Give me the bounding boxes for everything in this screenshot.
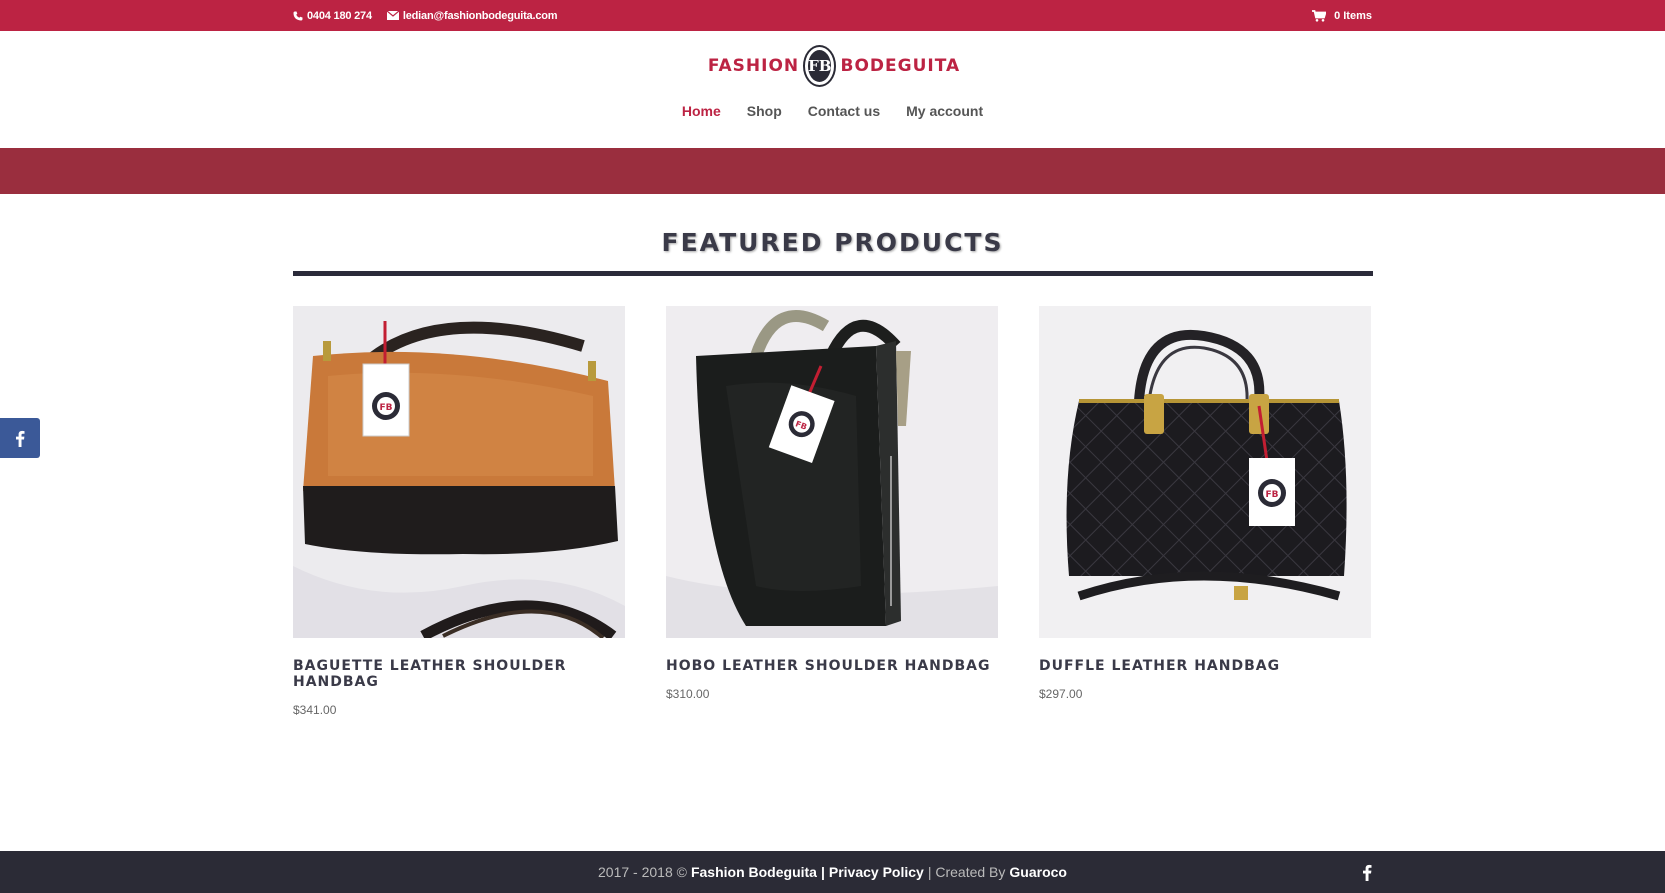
phone-number: 0404 180 274 [307, 9, 372, 22]
cart-count: 0 Items [1334, 9, 1372, 22]
cart-icon [1312, 9, 1327, 22]
product-price: $310.00 [666, 687, 710, 701]
email-contact[interactable]: ledian@fashionbodeguita.com [386, 9, 558, 22]
top-bar: 0404 180 274 ledian@fashionbodeguita.com… [0, 0, 1665, 31]
privacy-policy-link[interactable]: Privacy Policy [829, 864, 924, 880]
quilted-black-handbag-image[interactable]: FB [1039, 306, 1371, 638]
nav-shop[interactable]: Shop [747, 103, 782, 119]
nav-contact[interactable]: Contact us [808, 103, 880, 119]
site-footer: 2017 - 2018 © Fashion Bodeguita | Privac… [0, 851, 1665, 893]
product-name[interactable]: Baguette Leather Shoulder Handbag [293, 658, 625, 690]
nav-my-account[interactable]: My account [906, 103, 983, 119]
footer-years: 2017 - 2018 © [598, 864, 687, 880]
phone-icon [293, 11, 303, 20]
logo-badge: FB [805, 47, 835, 85]
svg-text:FB: FB [379, 403, 392, 413]
creator-link[interactable]: Guaroco [1009, 864, 1067, 880]
footer-brand-link[interactable]: Fashion Bodeguita [691, 864, 817, 880]
tan-black-handbag-image[interactable]: FB [293, 306, 625, 638]
footer-created-by: | Created By [927, 864, 1006, 880]
phone-contact[interactable]: 0404 180 274 [293, 10, 372, 22]
main-nav: Home Shop Contact us My account [0, 103, 1665, 119]
title-divider [293, 271, 1373, 276]
product-name[interactable]: Hobo Leather Shoulder Handbag [666, 658, 998, 674]
footer-separator: | [820, 864, 825, 880]
facebook-icon [16, 430, 25, 447]
product-name[interactable]: Duffle Leather Handbag [1039, 658, 1371, 674]
featured-title: Featured Products [661, 228, 1004, 257]
svg-text:FB: FB [1265, 490, 1278, 500]
facebook-icon [1363, 864, 1372, 881]
logo-right-text: BODEGUITA [840, 56, 961, 76]
footer-credits: 2017 - 2018 © Fashion Bodeguita | Privac… [0, 851, 1665, 893]
cart-link[interactable]: 0 Items [1312, 0, 1372, 31]
product-card[interactable]: FB Hobo Leather Shoulder Handbag $310.00 [666, 306, 998, 701]
site-logo[interactable]: FASHION FB BODEGUITA [708, 46, 959, 86]
footer-facebook-link[interactable] [1358, 862, 1376, 882]
product-price: $297.00 [1039, 687, 1083, 701]
email-address: ledian@fashionbodeguita.com [402, 9, 558, 22]
product-card[interactable]: FB Duffle Leather Handbag $297.00 [1039, 306, 1371, 701]
facebook-share-button[interactable] [0, 418, 40, 458]
product-card[interactable]: FB Baguette Leather Shoulder Handbag $34… [293, 306, 625, 717]
envelope-icon [386, 11, 399, 20]
product-price: $341.00 [293, 703, 337, 717]
nav-home[interactable]: Home [682, 103, 721, 119]
site-header: FASHION FB BODEGUITA Home Shop Contact u… [0, 31, 1665, 148]
hero-band [0, 148, 1665, 194]
black-hobo-handbag-image[interactable]: FB [666, 306, 998, 638]
logo-left-text: FASHION [707, 56, 800, 76]
